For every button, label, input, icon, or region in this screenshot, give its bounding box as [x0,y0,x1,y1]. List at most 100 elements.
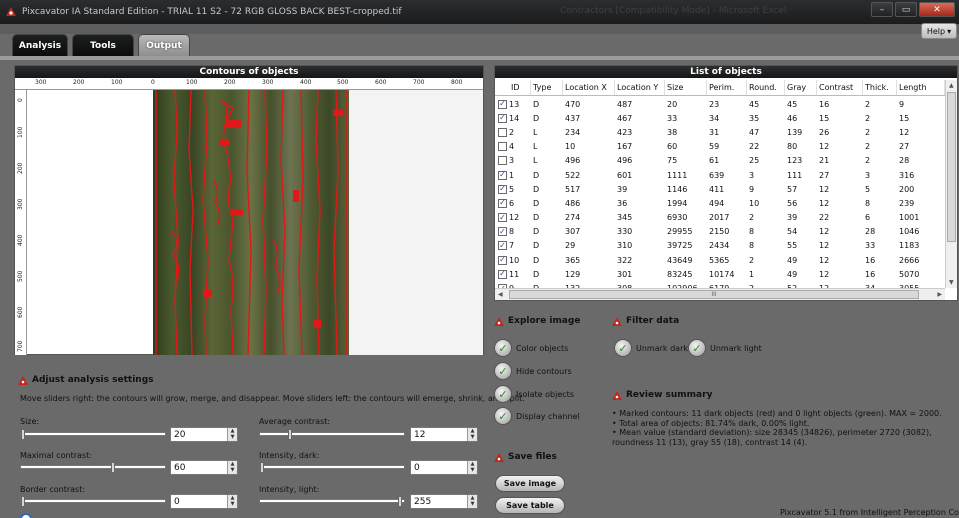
table-cell: ✓ 6 [495,198,531,208]
table-row[interactable]: ✓ 6 D 486 36 1994 494 10 56 12 8 239 [495,196,945,210]
scroll-down-icon[interactable]: ▼ [949,279,954,286]
help-button[interactable]: Help ▾ [921,23,957,39]
column-header[interactable]: Type [531,80,563,95]
table-cell: 39 [787,213,798,223]
scroll-left-icon[interactable]: ◀ [498,291,503,298]
table-row[interactable]: ✓ 14 D 437 467 33 34 35 46 15 2 15 [495,111,945,125]
border-contrast-slider[interactable] [20,496,166,507]
size-slider[interactable] [20,429,166,440]
row-checkbox[interactable]: ✓ [498,198,507,208]
maximal-contrast-slider[interactable] [20,462,166,473]
table-cell: 12 [819,184,830,194]
scroll-up-icon[interactable]: ▲ [949,82,954,89]
row-checkbox[interactable]: ✓ [498,113,507,123]
table-cell: ✓ 11 [495,269,531,279]
slider-knob[interactable] [21,429,25,440]
save-image-button[interactable]: Save image [495,475,565,492]
table-cell: L [533,127,538,137]
tab-tools[interactable]: Tools [72,34,134,56]
table-row[interactable]: 4 L 10 167 60 59 22 80 12 2 27 [495,140,945,154]
column-header[interactable]: ID [495,80,531,95]
table-cell: ✓ 14 [495,113,531,123]
unmark-dark-toggle[interactable]: ✓ Unmark dark [614,339,688,357]
row-checkbox[interactable] [498,142,507,152]
size-spinbox[interactable]: 20 ▲ ▼ [170,427,238,442]
table-row[interactable]: ✓ 11 D 129 301 83245 10174 1 49 12 16 5070 [495,267,945,281]
unmark-light-toggle[interactable]: ✓ Unmark light [688,339,762,357]
table-cell: 27 [899,142,910,152]
spin-arrows-icon[interactable]: ▲ ▼ [467,461,477,474]
row-checkbox[interactable]: ✓ [498,227,507,237]
spin-arrows-icon[interactable]: ▲ ▼ [467,495,477,508]
isolate-objects-toggle[interactable]: ✓ Isolate objects [494,385,574,403]
row-checkbox[interactable]: ✓ [498,255,507,265]
save-table-button[interactable]: Save table [495,497,565,514]
column-header[interactable]: Perim. [707,80,747,95]
table-row[interactable]: ✓ 13 D 470 487 20 23 45 45 16 2 9 [495,97,945,111]
row-checkbox[interactable]: ✓ [498,269,507,279]
column-header[interactable]: Gray [785,80,817,95]
vertical-scrollbar[interactable]: ▲ ▼ [945,80,957,288]
row-checkbox[interactable]: ✓ [498,99,507,109]
table-row[interactable]: ✓ 1 D 522 601 1111 639 3 111 27 3 316 [495,168,945,182]
spin-arrows-icon[interactable]: ▲ ▼ [467,428,477,441]
spin-arrows-icon[interactable]: ▲ ▼ [227,428,237,441]
maximize-button[interactable]: ▭ [895,2,917,17]
table-row[interactable]: ✓ 12 D 274 345 6930 2017 2 39 22 6 1001 [495,211,945,225]
slider-knob[interactable] [260,462,264,473]
column-header[interactable]: Length [897,80,945,95]
column-header[interactable]: Thick. [863,80,897,95]
ruler-label: 300 [262,79,274,86]
table-cell: 322 [617,255,633,265]
slider-knob[interactable] [398,496,402,507]
slider-knob[interactable] [287,429,292,440]
spin-arrows-icon[interactable]: ▲ ▼ [227,495,237,508]
column-header[interactable]: Round. [747,80,785,95]
table-row[interactable]: ✓ 8 D 307 330 29955 2150 8 54 12 28 1046 [495,225,945,239]
tab-analysis[interactable]: Analysis [12,34,68,56]
summary-line: • Mean value (standard deviation): size … [612,428,932,447]
row-checkbox[interactable]: ✓ [498,184,507,194]
column-header[interactable]: Location Y [615,80,665,95]
row-checkbox[interactable]: ✓ [498,241,507,251]
table-cell: 307 [565,227,581,237]
column-header[interactable]: Location X [563,80,615,95]
scroll-thumb[interactable]: III [509,290,919,299]
minimize-button[interactable]: – [871,2,893,17]
table-cell: D [533,184,540,194]
column-header[interactable]: Contrast [817,80,863,95]
row-checkbox[interactable]: ✓ [498,213,507,223]
table-row[interactable]: ✓ 5 D 517 39 1146 411 9 57 12 5 200 [495,182,945,196]
analyzed-image[interactable] [153,90,349,355]
spin-arrows-icon[interactable]: ▲ ▼ [227,461,237,474]
slider-knob[interactable] [21,496,25,507]
table-row[interactable]: ✓ 10 D 365 322 43649 5365 2 49 12 16 2666 [495,253,945,267]
border-contrast-spinbox[interactable]: 0 ▲ ▼ [170,494,238,509]
intensity-dark-spinbox[interactable]: 0 ▲ ▼ [410,460,478,475]
close-button[interactable]: ✕ [919,2,955,17]
table-row[interactable]: 3 L 496 496 75 61 25 123 21 2 28 [495,154,945,168]
maximal-contrast-spinbox[interactable]: 60 ▲ ▼ [170,460,238,475]
intensity-light-slider[interactable] [259,496,405,507]
row-checkbox[interactable] [498,127,507,137]
slider-knob[interactable] [110,462,115,473]
average-contrast-spinbox[interactable]: 12 ▲ ▼ [410,427,478,442]
table-row[interactable]: 2 L 234 423 38 31 47 139 26 2 12 [495,125,945,139]
display-channel-toggle[interactable]: ✓ Display channel [494,407,580,425]
scroll-thumb[interactable] [947,92,956,242]
table-cell: 639 [709,170,725,180]
column-header[interactable]: Size [665,80,707,95]
scroll-right-icon[interactable]: ▶ [937,291,942,298]
intensity-dark-slider[interactable] [259,462,405,473]
adjust-settings-title: Adjust analysis settings [18,375,154,385]
average-contrast-slider[interactable] [259,429,405,440]
intensity-light-spinbox[interactable]: 255 ▲ ▼ [410,494,478,509]
color-objects-toggle[interactable]: ✓ Color objects [494,339,568,357]
tab-output[interactable]: Output [138,34,190,56]
hide-contours-toggle[interactable]: ✓ Hide contours [494,362,572,380]
cell-text: 14 [509,113,520,123]
row-checkbox[interactable]: ✓ [498,170,507,180]
row-checkbox[interactable] [498,156,507,166]
horizontal-scrollbar[interactable]: ◀ III ▶ [495,288,945,300]
table-row[interactable]: ✓ 7 D 29 310 39725 2434 8 55 12 33 1183 [495,239,945,253]
